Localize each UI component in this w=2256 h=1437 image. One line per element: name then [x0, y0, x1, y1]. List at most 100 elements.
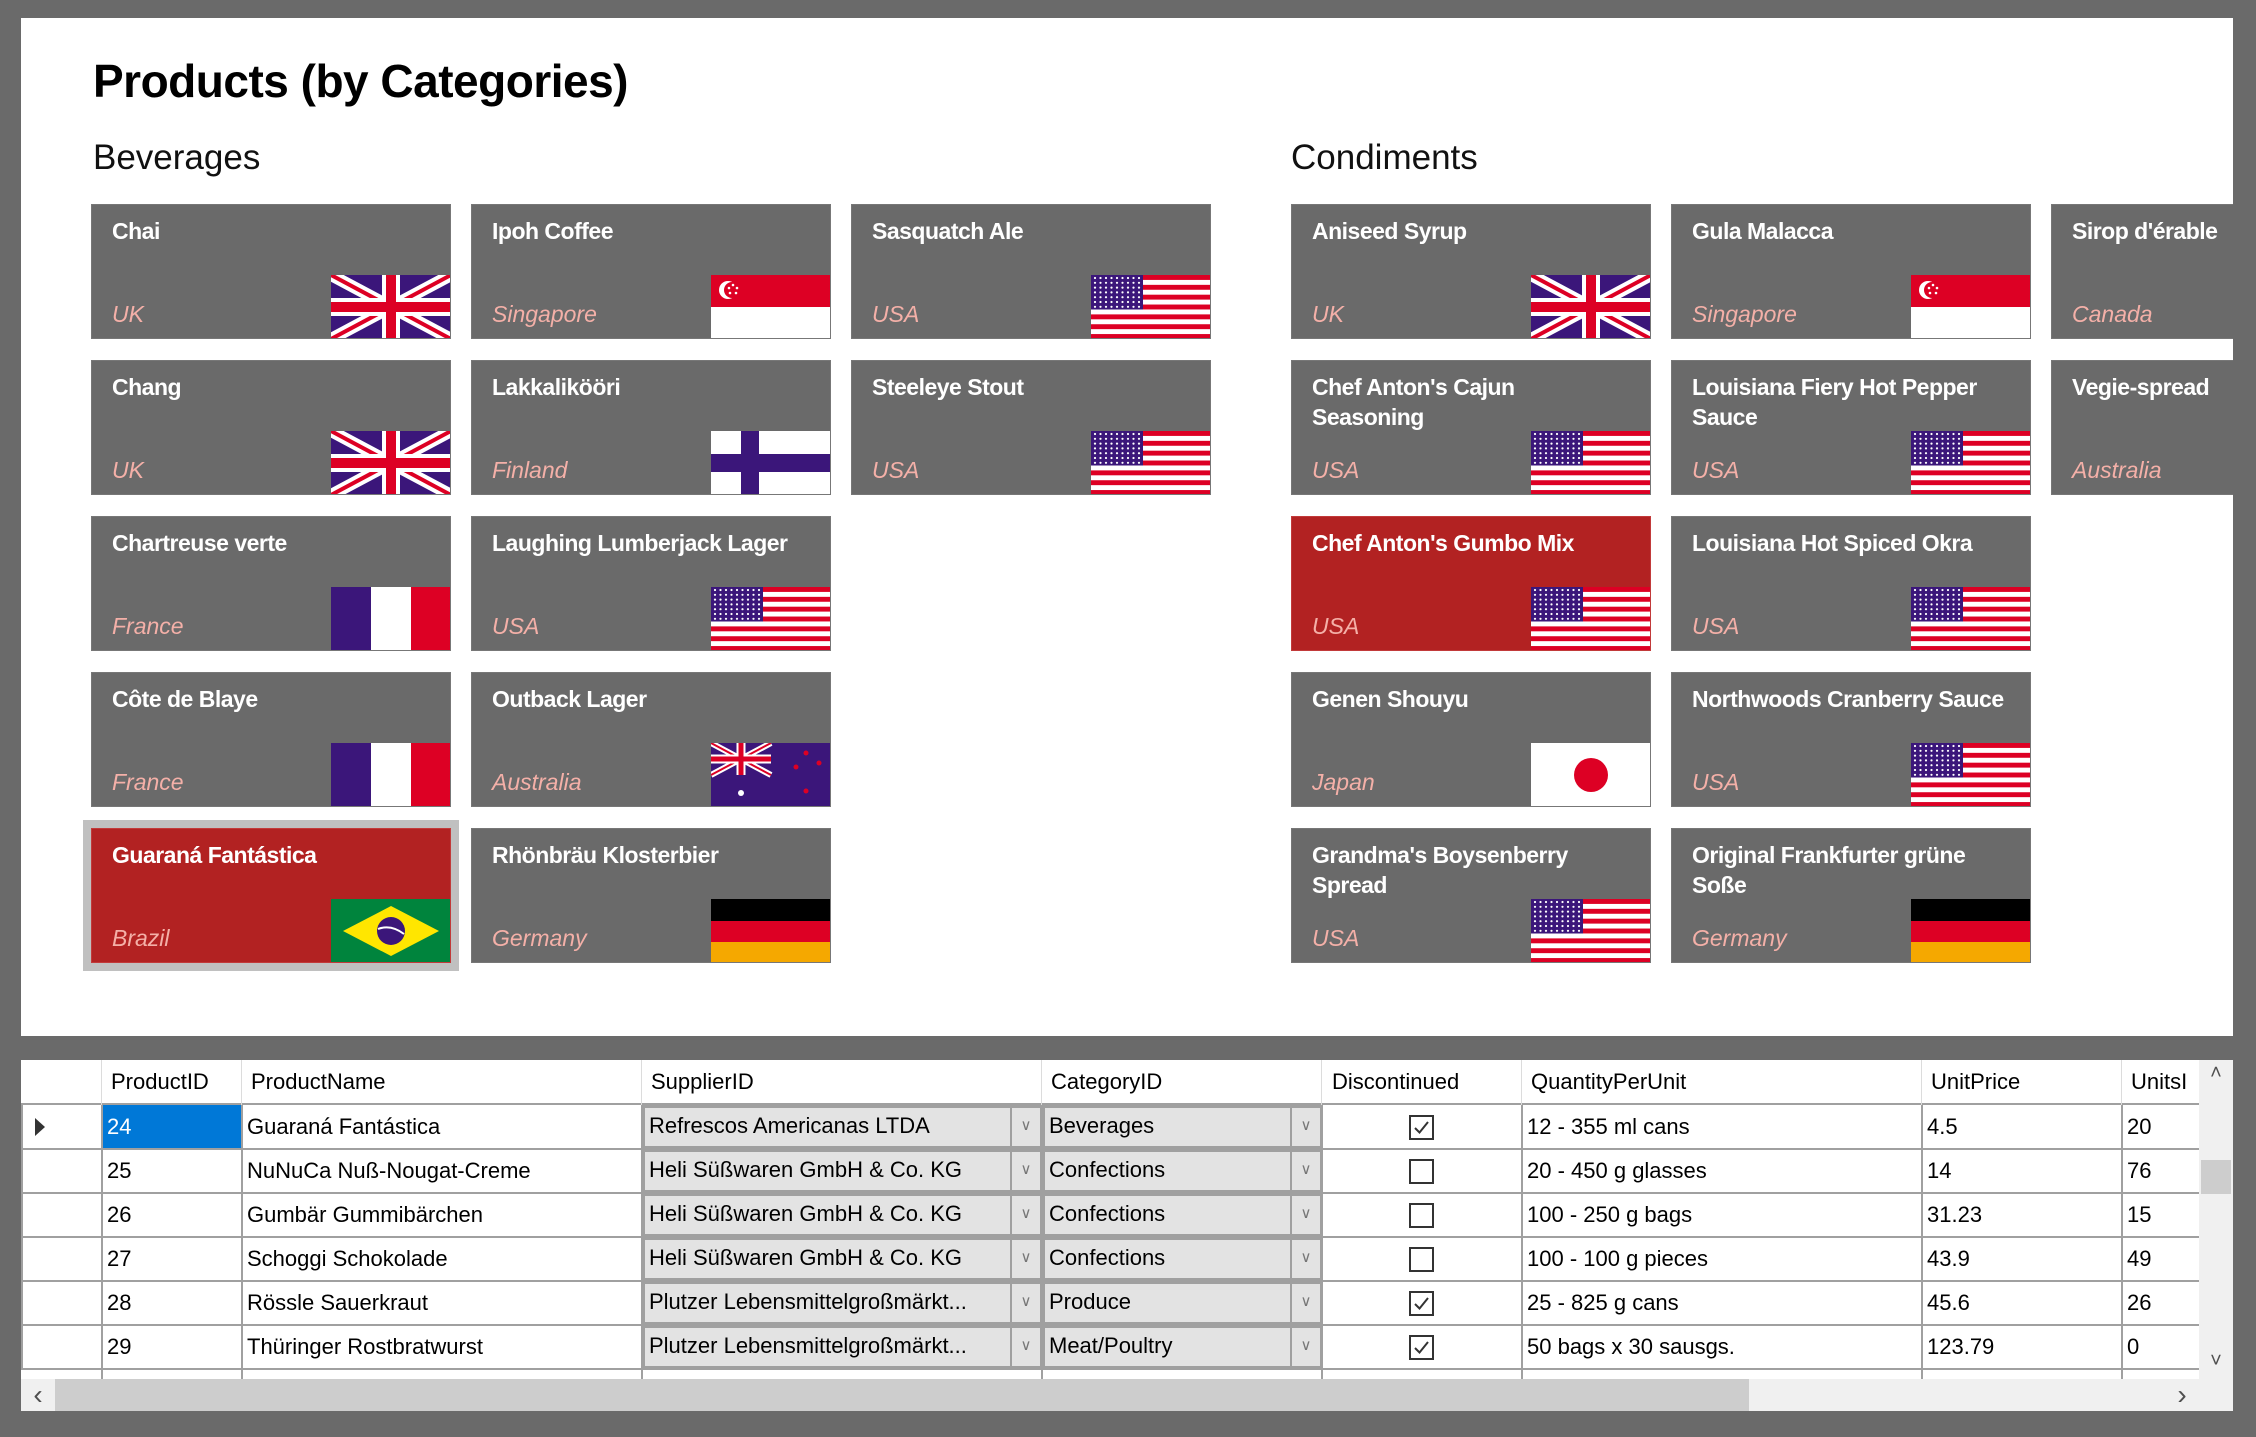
product-tile[interactable]: Laughing Lumberjack Lager USA	[471, 516, 831, 651]
supplierid-combo[interactable]: Heli Süßwaren GmbH & Co. KG ∨	[643, 1193, 1042, 1237]
categoryid-combo[interactable]: Meat/Poultry ∨	[1043, 1325, 1322, 1369]
product-tile[interactable]: Ipoh Coffee Singapore	[471, 204, 831, 339]
categoryid-combo[interactable]: Confections ∨	[1043, 1193, 1322, 1237]
product-tile[interactable]: Original Frankfurter grüne Soße Germany	[1671, 828, 2031, 963]
quantityperunit-cell[interactable]: 20 - 450 g glasses	[1522, 1149, 1922, 1193]
productid-cell[interactable]: 26	[102, 1193, 242, 1237]
quantityperunit-cell[interactable]: 25 - 825 g cans	[1522, 1281, 1922, 1325]
supplierid-combo[interactable]: Plutzer Lebensmittelgroßmärkt... ∨	[643, 1325, 1042, 1369]
productname-cell[interactable]: Guaraná Fantástica	[242, 1105, 642, 1149]
product-tile[interactable]: Rhönbräu Klosterbier Germany	[471, 828, 831, 963]
unitsinstock-cell[interactable]: 20	[2122, 1105, 2199, 1149]
chevron-down-icon[interactable]: ˅	[2199, 1350, 2233, 1373]
row-header[interactable]	[21, 1237, 102, 1281]
product-tile[interactable]: Gula Malacca Singapore	[1671, 204, 2031, 339]
chevron-down-icon[interactable]: ∨	[1290, 1240, 1320, 1278]
productname-cell[interactable]: Schoggi Schokolade	[242, 1237, 642, 1281]
unitsinstock-cell[interactable]: 76	[2122, 1149, 2199, 1193]
column-header[interactable]: ProductID	[102, 1060, 242, 1105]
product-tile[interactable]: Chartreuse verte France	[91, 516, 451, 651]
unitsinstock-cell[interactable]: 0	[2122, 1325, 2199, 1369]
vertical-scroll-thumb[interactable]	[2201, 1160, 2231, 1194]
product-tile[interactable]: Outback Lager Australia	[471, 672, 831, 807]
chevron-down-icon[interactable]: ∨	[1010, 1240, 1040, 1278]
product-tile[interactable]: Sasquatch Ale USA	[851, 204, 1211, 339]
quantityperunit-cell[interactable]: 100 - 250 g bags	[1522, 1193, 1922, 1237]
product-tile[interactable]: Steeleye Stout USA	[851, 360, 1211, 495]
chevron-down-icon[interactable]: ∨	[1010, 1108, 1040, 1146]
chevron-down-icon[interactable]: ∨	[1290, 1108, 1320, 1146]
product-tile[interactable]: Louisiana Fiery Hot Pepper Sauce USA	[1671, 360, 2031, 495]
chevron-down-icon[interactable]: ∨	[1290, 1152, 1320, 1190]
categoryid-combo[interactable]: Confections ∨	[1043, 1237, 1322, 1281]
chevron-left-icon[interactable]: ‹	[21, 1379, 55, 1411]
discontinued-checkbox[interactable]	[1409, 1335, 1434, 1360]
discontinued-checkbox[interactable]	[1409, 1203, 1434, 1228]
horizontal-scrollbar[interactable]: ‹ ›	[21, 1379, 2233, 1411]
supplierid-combo[interactable]: Heli Süßwaren GmbH & Co. KG ∨	[643, 1149, 1042, 1193]
product-tile[interactable]: Aniseed Syrup UK	[1291, 204, 1651, 339]
chevron-down-icon[interactable]: ∨	[1290, 1284, 1320, 1322]
discontinued-checkbox[interactable]	[1409, 1115, 1434, 1140]
product-tile[interactable]: Chef Anton's Cajun Seasoning USA	[1291, 360, 1651, 495]
categoryid-combo[interactable]: Confections ∨	[1043, 1149, 1322, 1193]
row-header[interactable]	[21, 1193, 102, 1237]
productid-cell[interactable]: 25	[102, 1149, 242, 1193]
productid-cell[interactable]: 24	[102, 1105, 242, 1149]
productname-cell[interactable]: Rössle Sauerkraut	[242, 1281, 642, 1325]
product-tile[interactable]: Guaraná Fantástica Brazil	[91, 828, 451, 963]
chevron-down-icon[interactable]: ∨	[1290, 1196, 1320, 1234]
supplierid-combo[interactable]: Plutzer Lebensmittelgroßmärkt... ∨	[643, 1281, 1042, 1325]
quantityperunit-cell[interactable]: 50 bags x 30 sausgs.	[1522, 1325, 1922, 1369]
product-tile[interactable]: Northwoods Cranberry Sauce USA	[1671, 672, 2031, 807]
unitprice-cell[interactable]: 123.79	[1922, 1325, 2122, 1369]
unitprice-cell[interactable]: 14	[1922, 1149, 2122, 1193]
chevron-down-icon[interactable]: ∨	[1010, 1284, 1040, 1322]
product-tile[interactable]: Lakkalikööri Finland	[471, 360, 831, 495]
productname-cell[interactable]: Gumbär Gummibärchen	[242, 1193, 642, 1237]
quantityperunit-cell[interactable]: 100 - 100 g pieces	[1522, 1237, 1922, 1281]
product-tile[interactable]: Sirop d'érable Canada	[2051, 204, 2233, 339]
product-tile[interactable]: Grandma's Boysenberry Spread USA	[1291, 828, 1651, 963]
column-header[interactable]: ProductName	[242, 1060, 642, 1105]
product-tile[interactable]: Vegie-spread Australia	[2051, 360, 2233, 495]
categoryid-combo[interactable]: Beverages ∨	[1043, 1105, 1322, 1149]
row-header[interactable]	[21, 1281, 102, 1325]
unitsinstock-cell[interactable]: 26	[2122, 1281, 2199, 1325]
discontinued-checkbox[interactable]	[1409, 1291, 1434, 1316]
productid-cell[interactable]: 28	[102, 1281, 242, 1325]
column-header[interactable]: SupplierID	[642, 1060, 1042, 1105]
productid-cell[interactable]: 27	[102, 1237, 242, 1281]
product-tile[interactable]: Chef Anton's Gumbo Mix USA	[1291, 516, 1651, 651]
row-header[interactable]	[21, 1325, 102, 1369]
unitprice-cell[interactable]: 43.9	[1922, 1237, 2122, 1281]
chevron-down-icon[interactable]: ∨	[1290, 1328, 1320, 1366]
productname-cell[interactable]: Thüringer Rostbratwurst	[242, 1325, 642, 1369]
row-header[interactable]	[21, 1149, 102, 1193]
product-tile[interactable]: Côte de Blaye France	[91, 672, 451, 807]
row-header[interactable]	[21, 1105, 102, 1149]
column-header[interactable]: Discontinued	[1322, 1060, 1522, 1105]
productname-cell[interactable]: NuNuCa Nuß-Nougat-Creme	[242, 1149, 642, 1193]
product-tile[interactable]: Chai UK	[91, 204, 451, 339]
chevron-right-icon[interactable]: ›	[2165, 1379, 2199, 1411]
productid-cell[interactable]: 29	[102, 1325, 242, 1369]
column-header[interactable]: CategoryID	[1042, 1060, 1322, 1105]
chevron-down-icon[interactable]: ∨	[1010, 1328, 1040, 1366]
chevron-down-icon[interactable]: ∨	[1010, 1152, 1040, 1190]
product-tile[interactable]: Louisiana Hot Spiced Okra USA	[1671, 516, 2031, 651]
unitsinstock-cell[interactable]: 49	[2122, 1237, 2199, 1281]
chevron-up-icon[interactable]: ˄	[2199, 1062, 2233, 1085]
discontinued-checkbox[interactable]	[1409, 1247, 1434, 1272]
product-tile[interactable]: Chang UK	[91, 360, 451, 495]
column-header[interactable]: UnitsI	[2122, 1060, 2199, 1105]
product-tile[interactable]: Genen Shouyu Japan	[1291, 672, 1651, 807]
chevron-down-icon[interactable]: ∨	[1010, 1196, 1040, 1234]
unitprice-cell[interactable]: 31.23	[1922, 1193, 2122, 1237]
quantityperunit-cell[interactable]: 12 - 355 ml cans	[1522, 1105, 1922, 1149]
column-header[interactable]: UnitPrice	[1922, 1060, 2122, 1105]
categoryid-combo[interactable]: Produce ∨	[1043, 1281, 1322, 1325]
unitprice-cell[interactable]: 45.6	[1922, 1281, 2122, 1325]
discontinued-checkbox[interactable]	[1409, 1159, 1434, 1184]
supplierid-combo[interactable]: Refrescos Americanas LTDA ∨	[643, 1105, 1042, 1149]
